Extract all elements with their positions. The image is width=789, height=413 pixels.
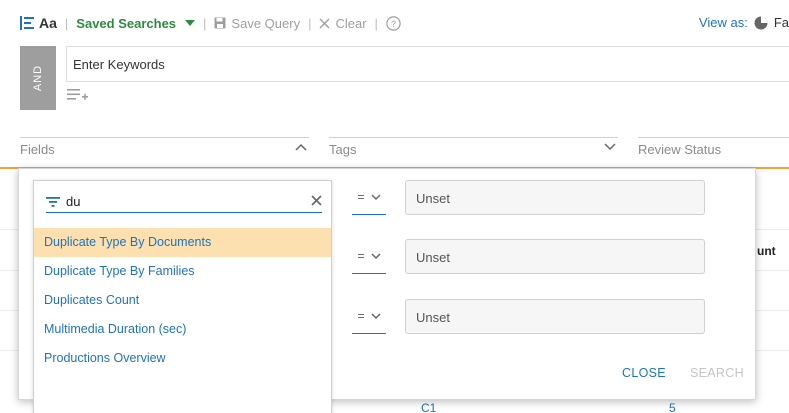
tags-filter[interactable]: Tags bbox=[329, 137, 618, 159]
table-cell-link[interactable]: 5 bbox=[669, 401, 676, 413]
close-button[interactable]: CLOSE bbox=[622, 366, 666, 380]
table-cell-link[interactable]: C1 bbox=[421, 401, 436, 413]
chevron-down-icon bbox=[370, 312, 381, 319]
playlist-add-icon bbox=[67, 89, 88, 100]
operator-select[interactable]: = bbox=[352, 180, 386, 215]
keywords-input[interactable]: Enter Keywords bbox=[66, 46, 789, 82]
filter-icon bbox=[46, 196, 60, 207]
add-row-button[interactable] bbox=[67, 88, 89, 105]
condition-value: Unset bbox=[416, 310, 450, 325]
operator-value: = bbox=[357, 309, 365, 323]
fields-filter[interactable]: Fields bbox=[20, 137, 309, 159]
condition-value: Unset bbox=[416, 191, 450, 206]
aa-label: Aa bbox=[39, 15, 57, 31]
operator-value: = bbox=[357, 190, 365, 204]
fields-label: Fields bbox=[20, 142, 55, 157]
help-icon: ? bbox=[386, 15, 401, 31]
caret-down-icon bbox=[185, 20, 196, 26]
review-status-label: Review Status bbox=[638, 142, 722, 157]
separator: | bbox=[308, 15, 312, 31]
clear-label: Clear bbox=[335, 15, 367, 31]
svg-text:?: ? bbox=[391, 19, 396, 29]
chevron-down-icon bbox=[604, 143, 616, 151]
separator: | bbox=[64, 15, 69, 31]
clear-button[interactable]: Clear bbox=[319, 15, 367, 31]
help-button[interactable]: ? bbox=[386, 15, 401, 31]
view-as-label: View as: bbox=[698, 15, 748, 30]
close-icon bbox=[319, 18, 330, 28]
operator-value: = bbox=[357, 249, 365, 263]
condition-value-field[interactable]: Unset bbox=[405, 180, 705, 215]
operator-select[interactable]: = bbox=[352, 299, 386, 334]
list-item[interactable]: Multimedia Duration (sec) bbox=[34, 315, 331, 344]
toolbar: Aa | Saved Searches | Save Query | Clear… bbox=[0, 0, 789, 46]
list-item[interactable]: Duplicates Count bbox=[34, 286, 331, 315]
list-item[interactable]: Duplicate Type By Families bbox=[34, 257, 331, 286]
field-picker: Duplicate Type By Documents Duplicate Ty… bbox=[33, 180, 332, 413]
clear-search-icon[interactable] bbox=[311, 195, 322, 206]
column-header-count[interactable]: unt bbox=[757, 244, 776, 258]
list-item[interactable]: Duplicate Type By Documents bbox=[34, 228, 331, 257]
review-status-filter[interactable]: Review Status bbox=[638, 137, 789, 159]
operator-select[interactable]: = bbox=[352, 239, 386, 274]
condition-value-field[interactable]: Unset bbox=[405, 299, 705, 334]
view-as-value: Fa bbox=[773, 15, 789, 30]
floppy-disk-icon bbox=[214, 17, 226, 29]
condition-value: Unset bbox=[416, 250, 450, 265]
pie-chart-icon bbox=[754, 16, 768, 29]
search-button[interactable]: SEARCH bbox=[690, 366, 744, 380]
chevron-down-icon bbox=[370, 252, 381, 259]
keywords-value: Enter Keywords bbox=[73, 57, 165, 72]
list-item[interactable]: Productions Overview bbox=[34, 344, 331, 373]
condition-value-field[interactable]: Unset bbox=[405, 239, 705, 274]
separator: | bbox=[374, 15, 378, 31]
field-search-input[interactable] bbox=[66, 194, 286, 209]
tags-label: Tags bbox=[329, 142, 357, 157]
operator-label: AND bbox=[31, 64, 44, 92]
save-query-button[interactable]: Save Query bbox=[214, 16, 300, 31]
field-view-toggle[interactable]: Aa bbox=[20, 15, 57, 31]
field-list: Duplicate Type By Documents Duplicate Ty… bbox=[34, 228, 331, 373]
chevron-up-icon bbox=[295, 143, 307, 151]
saved-searches-button[interactable]: Saved Searches bbox=[76, 15, 196, 31]
saved-searches-label: Saved Searches bbox=[76, 15, 177, 31]
field-search-row bbox=[46, 191, 322, 213]
view-as-selector[interactable]: View as: Fa bbox=[699, 15, 789, 30]
save-query-label: Save Query bbox=[231, 15, 301, 31]
chevron-down-icon bbox=[370, 193, 381, 200]
separator: | bbox=[203, 15, 207, 31]
list-view-icon bbox=[20, 16, 34, 30]
boolean-operator-toggle[interactable]: AND bbox=[20, 46, 56, 110]
